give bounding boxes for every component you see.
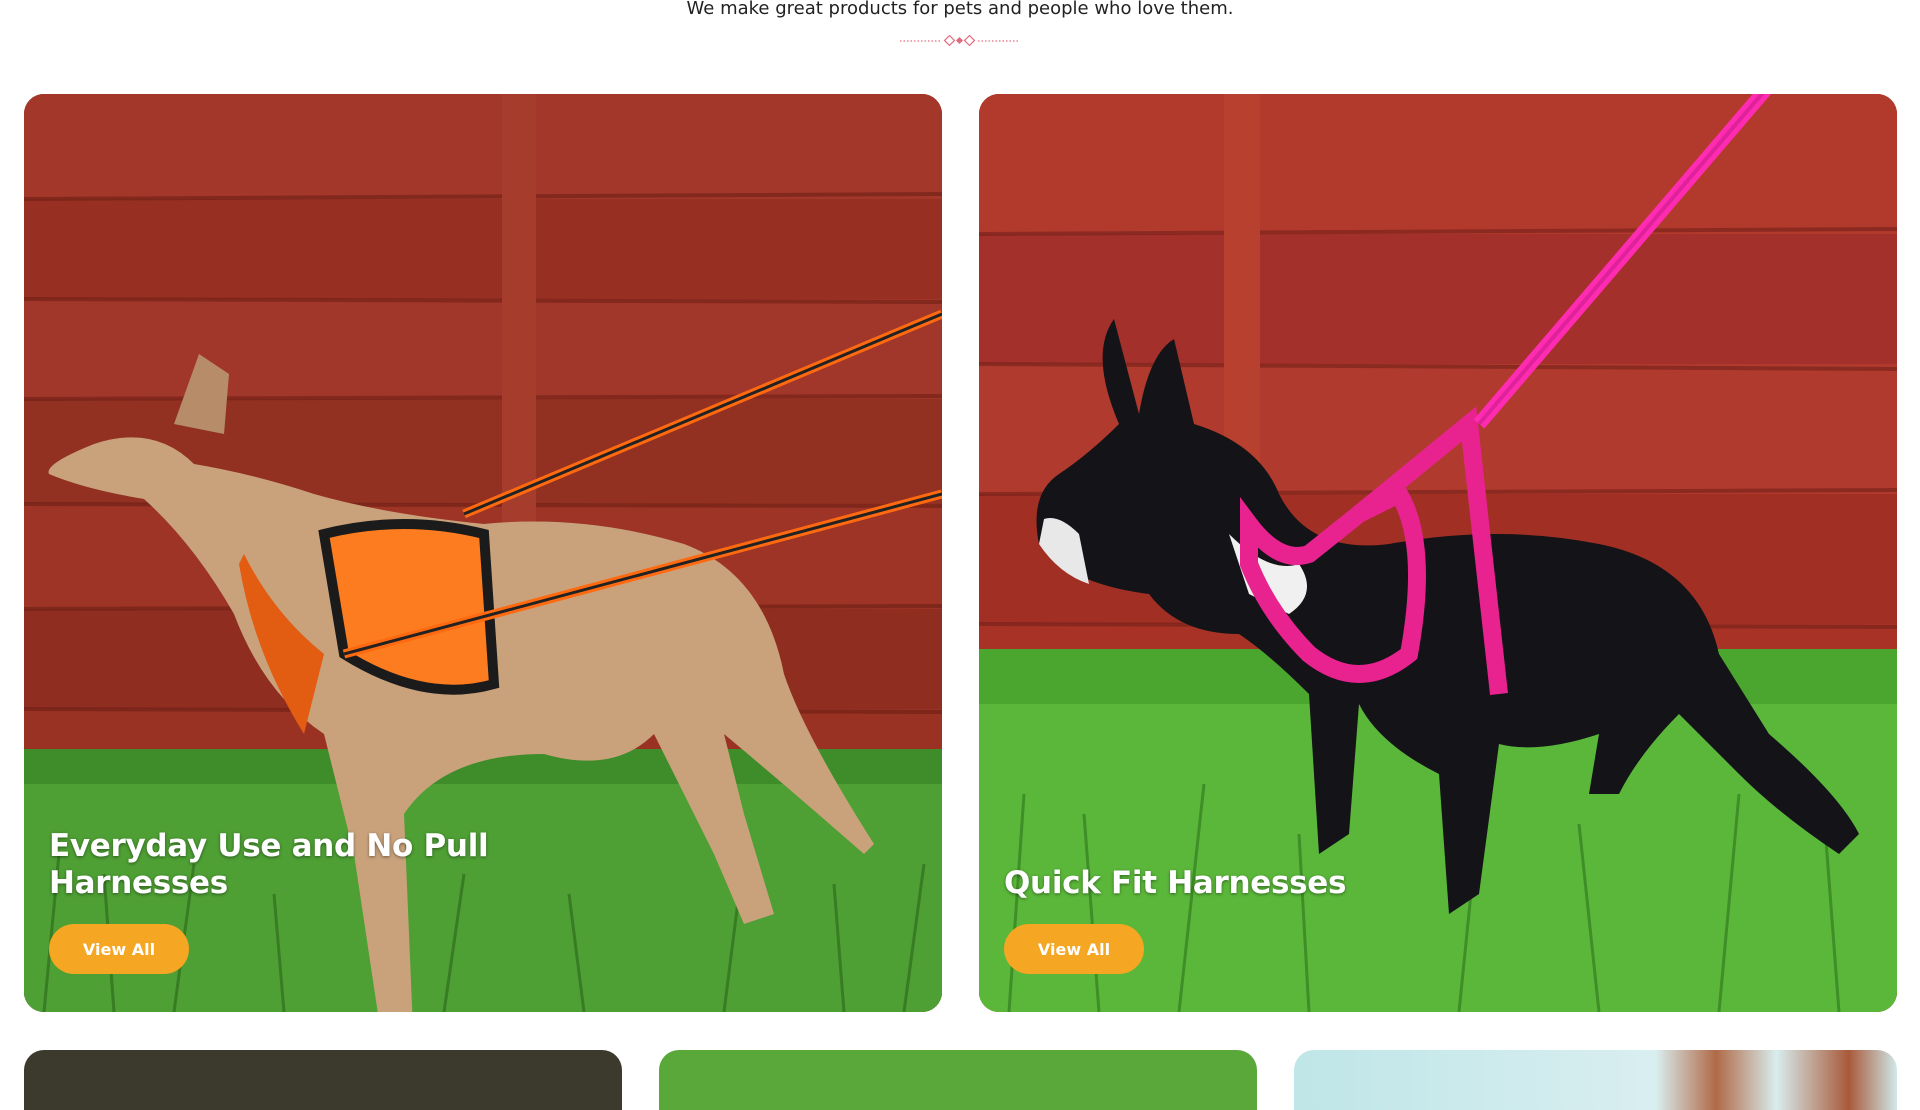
view-all-button[interactable]: View All — [49, 924, 189, 974]
category-card-peek-1[interactable] — [24, 1050, 622, 1110]
decorative-divider-icon — [900, 34, 1020, 47]
category-card-quick-fit-harnesses[interactable]: Quick Fit Harnesses View All — [979, 94, 1897, 1012]
category-card-peek-3[interactable] — [1294, 1050, 1897, 1110]
card-title-line: Everyday Use and No Pull — [49, 828, 489, 864]
view-all-button[interactable]: View All — [1004, 924, 1144, 974]
card-title: Everyday Use and No Pull Harnesses — [49, 828, 489, 902]
card-title: Quick Fit Harnesses — [1004, 865, 1346, 902]
card-title-line: Quick Fit Harnesses — [1004, 865, 1347, 901]
section-tagline: We make great products for pets and peop… — [686, 0, 1234, 19]
category-card-everyday-harnesses[interactable]: Everyday Use and No Pull Harnesses View … — [24, 94, 942, 1012]
card-title-line: Harnesses — [49, 865, 228, 901]
category-card-peek-2[interactable] — [659, 1050, 1257, 1110]
